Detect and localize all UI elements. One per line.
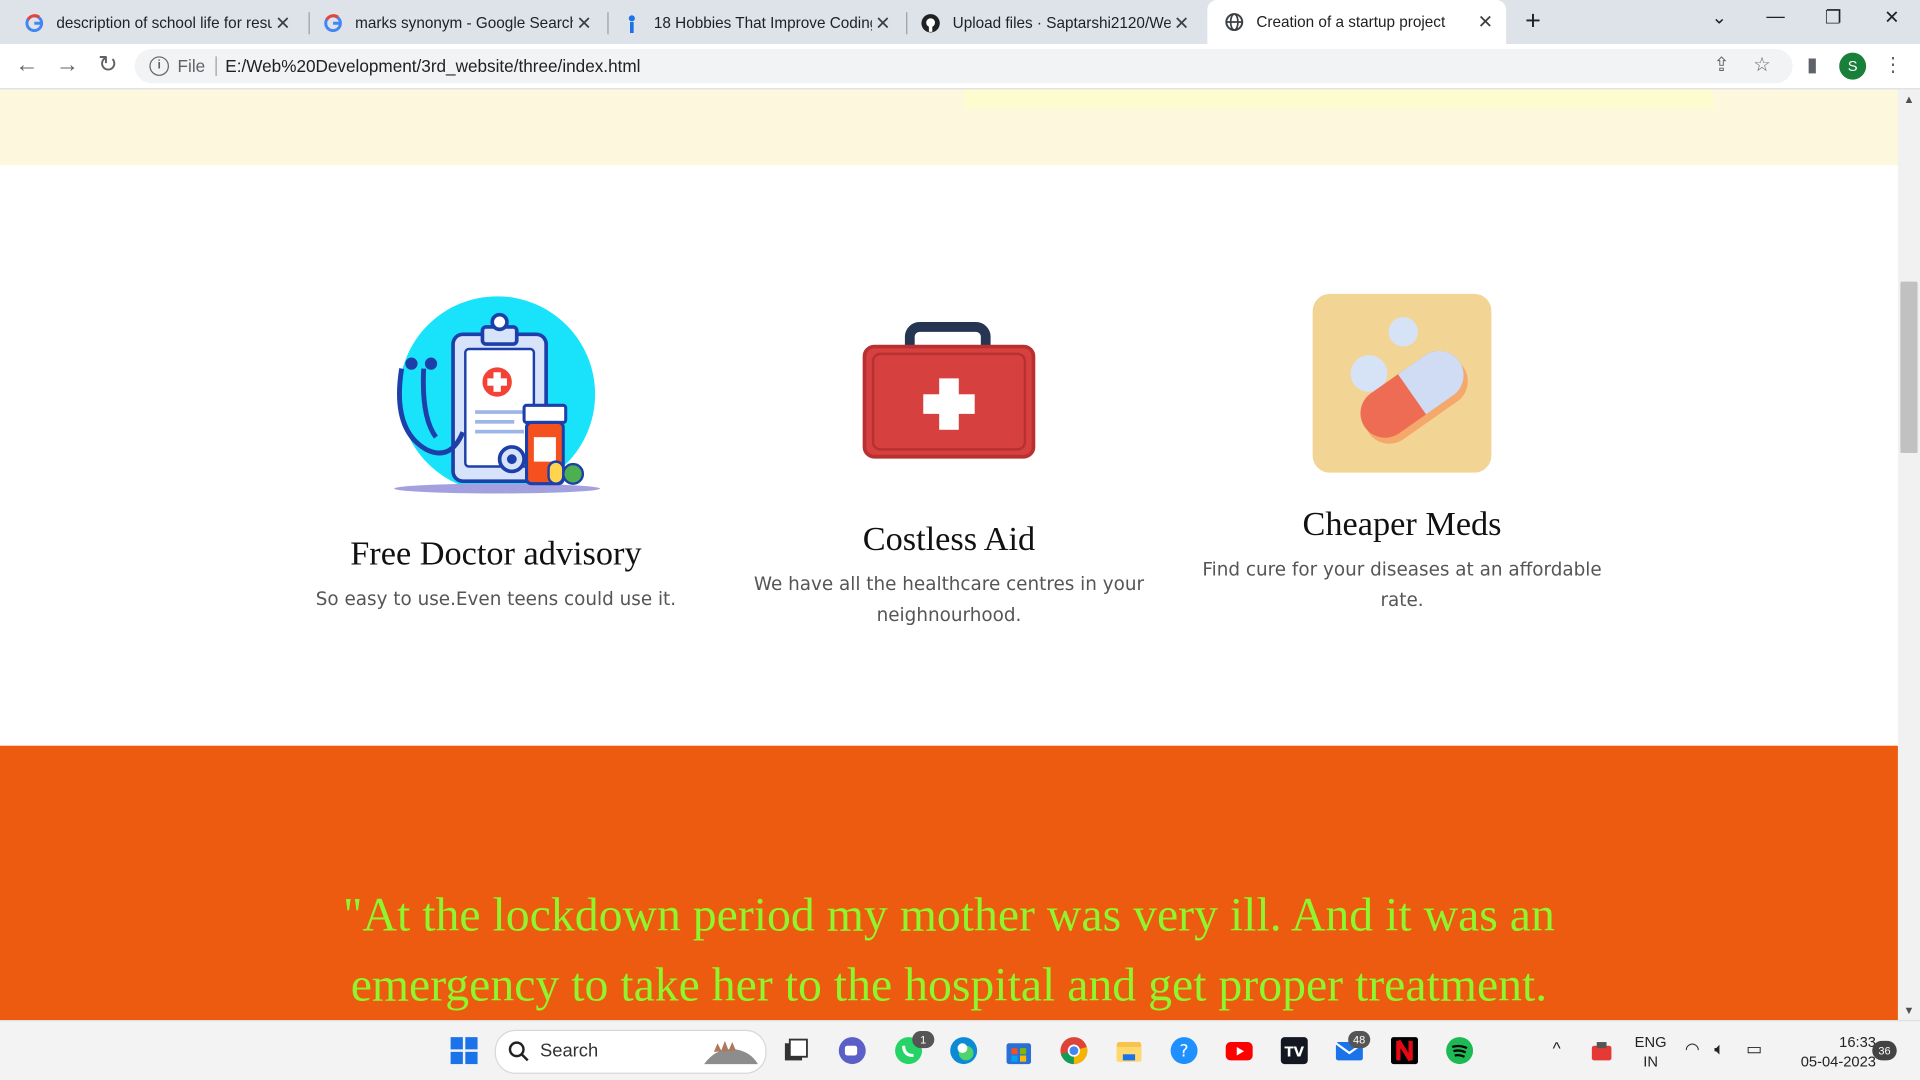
- help-icon[interactable]: ?: [1168, 1035, 1200, 1067]
- notification-badge[interactable]: 36: [1872, 1040, 1897, 1061]
- svg-text:?: ?: [1180, 1042, 1189, 1062]
- first-aid-kit-icon: [862, 322, 1036, 459]
- chrome-icon[interactable]: [1058, 1035, 1090, 1067]
- address-bar[interactable]: i File E:/Web%20Development/3rd_website/…: [134, 48, 1793, 84]
- feature-card-costless-aid: Costless Aid We have all the healthcare …: [735, 520, 1164, 630]
- search-label: Search: [540, 1040, 599, 1062]
- file-explorer-icon[interactable]: [1113, 1035, 1145, 1067]
- stegosaurus-doodle-icon: [704, 1040, 758, 1065]
- profile-avatar[interactable]: S: [1839, 52, 1867, 80]
- back-icon[interactable]: ←: [12, 51, 41, 80]
- netflix-icon[interactable]: [1389, 1035, 1421, 1067]
- tradingview-icon[interactable]: TV: [1278, 1035, 1310, 1067]
- divider: [215, 56, 217, 76]
- close-icon[interactable]: ✕: [1171, 12, 1193, 34]
- tray-overflow-icon[interactable]: ^: [1553, 1038, 1561, 1058]
- testimonial-quote: "At the lockdown period my mother was ve…: [343, 888, 1555, 1012]
- scroll-thumb[interactable]: [1900, 281, 1918, 454]
- tab-title: 18 Hobbies That Improve Coding: [653, 14, 872, 32]
- cream-section: [0, 89, 1898, 166]
- restore-icon[interactable]: ❐: [1821, 6, 1845, 28]
- tab-5-active[interactable]: Creation of a startup project ✕: [1207, 0, 1507, 45]
- web-page: Free Doctor advisory So easy to use.Even…: [0, 89, 1898, 1021]
- feature-title: Cheaper Meds: [1302, 505, 1502, 544]
- close-icon[interactable]: ✕: [1474, 11, 1496, 33]
- feature-description: We have all the healthcare centres in yo…: [753, 573, 1145, 626]
- windows-taskbar: Search 1 ? TV 48 ^ ENG IN ◠ 🔈︎ ▭ 16:33 0…: [0, 1020, 1920, 1080]
- tab-title: Upload files · Saptarshi2120/Web: [952, 14, 1171, 32]
- wifi-icon[interactable]: ◠: [1685, 1038, 1700, 1059]
- date-text: 05-04-2023: [1800, 1053, 1876, 1071]
- tab-strip: description of school life for resu ✕ ma…: [0, 0, 1920, 45]
- start-icon[interactable]: [448, 1035, 480, 1067]
- spotify-icon[interactable]: [1444, 1035, 1476, 1067]
- feature-description: Find cure for your diseases at an afford…: [1202, 558, 1602, 612]
- tab-search-icon[interactable]: ⌄: [1707, 6, 1731, 28]
- feature-card-free-doctor: Free Doctor advisory So easy to use.Even…: [282, 535, 711, 615]
- battery-icon[interactable]: ▭: [1746, 1038, 1762, 1059]
- new-tab-button[interactable]: +: [1520, 7, 1547, 34]
- info-icon[interactable]: i: [149, 56, 169, 76]
- store-icon[interactable]: [1003, 1035, 1035, 1067]
- url-text[interactable]: E:/Web%20Development/3rd_website/three/i…: [225, 56, 640, 76]
- tab-4[interactable]: Upload files · Saptarshi2120/Web ✕: [904, 5, 1203, 41]
- feature-title: Free Doctor advisory: [350, 535, 642, 574]
- tab-1[interactable]: description of school life for resu ✕: [7, 5, 303, 41]
- bookmark-star-icon[interactable]: ☆: [1750, 54, 1774, 78]
- scroll-down-arrow-icon[interactable]: ▼: [1898, 1000, 1920, 1020]
- language-indicator[interactable]: ENG IN: [1631, 1032, 1670, 1071]
- vertical-scrollbar[interactable]: ▲ ▼: [1897, 89, 1920, 1021]
- scheme-label: File: [177, 56, 206, 76]
- forward-icon[interactable]: →: [53, 51, 82, 80]
- side-panel-icon[interactable]: ▮: [1800, 54, 1824, 78]
- tab-3[interactable]: 18 Hobbies That Improve Coding ✕: [605, 5, 904, 41]
- language-code: ENG: [1634, 1033, 1667, 1051]
- scroll-up-arrow-icon[interactable]: ▲: [1898, 89, 1920, 109]
- volume-icon[interactable]: 🔈︎: [1714, 1038, 1724, 1059]
- teams-icon[interactable]: [836, 1035, 868, 1067]
- share-icon[interactable]: ⇪: [1709, 54, 1733, 78]
- taskbar-search[interactable]: Search: [494, 1029, 767, 1074]
- close-icon[interactable]: ✕: [872, 12, 894, 34]
- youtube-icon[interactable]: [1223, 1035, 1255, 1067]
- doctor-clipboard-icon: [394, 296, 601, 494]
- tab-title: Creation of a startup project: [1256, 13, 1446, 31]
- tab-title: marks synonym - Google Search: [355, 14, 574, 32]
- feature-card-cheaper-meds: Cheaper Meds Find cure for your diseases…: [1188, 506, 1617, 616]
- search-icon: [508, 1041, 529, 1062]
- reload-icon[interactable]: ↻: [93, 51, 122, 80]
- region-code: IN: [1643, 1053, 1658, 1071]
- feature-description: So easy to use.Even teens could use it.: [315, 587, 677, 610]
- tray-app-icon[interactable]: [1589, 1040, 1613, 1064]
- github-icon: [921, 13, 940, 32]
- features-section: Free Doctor advisory So easy to use.Even…: [0, 165, 1898, 746]
- testimonial-section: "At the lockdown period my mother was ve…: [0, 745, 1898, 1021]
- tab-2[interactable]: marks synonym - Google Search ✕: [306, 5, 605, 41]
- pills-icon: [1312, 293, 1492, 473]
- minimize-icon[interactable]: —: [1763, 6, 1787, 27]
- task-view-icon[interactable]: [780, 1035, 812, 1067]
- time-text: 16:33: [1839, 1033, 1876, 1051]
- clock[interactable]: 16:33 05-04-2023: [1778, 1032, 1876, 1071]
- close-window-icon[interactable]: ✕: [1880, 6, 1904, 28]
- menu-icon[interactable]: ⋮: [1881, 54, 1905, 78]
- whatsapp-badge: 1: [912, 1031, 935, 1049]
- screen: description of school life for resu ✕ ma…: [0, 0, 1920, 1080]
- feature-title: Costless Aid: [862, 520, 1036, 559]
- info-icon: [628, 14, 635, 33]
- svg-text:TV: TV: [1284, 1046, 1304, 1061]
- close-icon[interactable]: ✕: [573, 12, 595, 34]
- cream-highlight: [963, 89, 1714, 109]
- google-icon: [25, 13, 44, 32]
- google-icon: [324, 13, 342, 32]
- tab-title: description of school life for resu: [56, 14, 272, 32]
- mail-badge: 48: [1348, 1031, 1371, 1049]
- close-icon[interactable]: ✕: [272, 12, 294, 34]
- browser-toolbar: ← → ↻ i File E:/Web%20Development/3rd_we…: [0, 44, 1920, 90]
- globe-icon: [1225, 13, 1244, 31]
- edge-icon[interactable]: [948, 1035, 980, 1067]
